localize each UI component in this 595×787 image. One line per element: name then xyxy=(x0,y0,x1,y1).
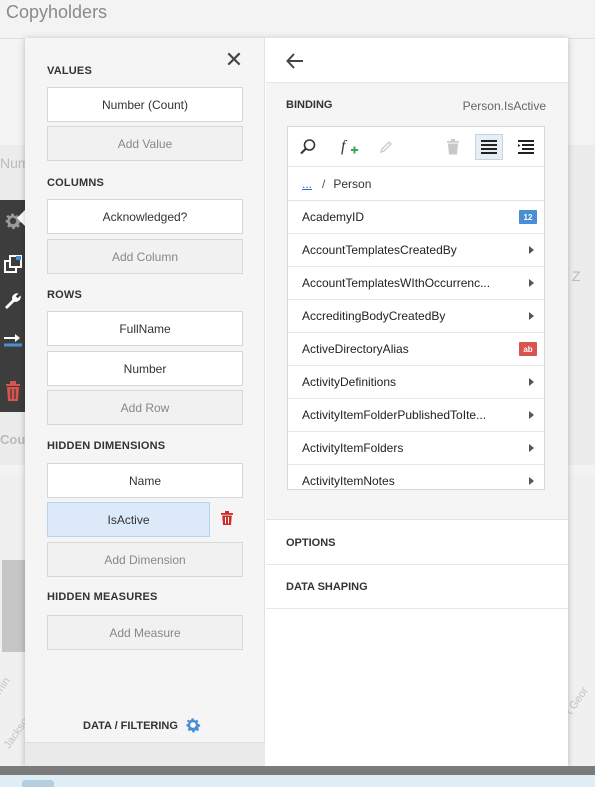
taskbar-app-icon[interactable] xyxy=(22,780,54,787)
chevron-right-icon[interactable] xyxy=(529,477,534,485)
chevron-right-icon[interactable] xyxy=(529,312,534,320)
row-item-fullname[interactable]: FullName xyxy=(47,311,243,346)
swap-icon[interactable] xyxy=(0,322,25,360)
field-item-activityitemfolders[interactable]: ActivityItemFolders xyxy=(288,432,544,465)
toolbar-pointer xyxy=(17,210,25,226)
search-icon[interactable] xyxy=(294,134,322,160)
chevron-right-icon[interactable] xyxy=(529,279,534,287)
binding-value: Person.IsActive xyxy=(462,99,546,113)
binding-section: BINDING Person.IsActive f ... / Person A… xyxy=(266,83,568,520)
field-item-accreditingbodycreatedby[interactable]: AccreditingBodyCreatedBy xyxy=(288,300,544,333)
chevron-right-icon[interactable] xyxy=(529,246,534,254)
field-item-activityitemfolderpublishedtoitem[interactable]: ActivityItemFolderPublishedToIte... xyxy=(288,399,544,432)
window-bottom-bar xyxy=(0,766,595,775)
row-item-number[interactable]: Number xyxy=(47,351,243,386)
add-value-button[interactable]: Add Value xyxy=(47,126,243,161)
column-item-acknowledged[interactable]: Acknowledged? xyxy=(47,199,243,234)
field-item-label: AccountTemplatesCreatedBy xyxy=(302,243,457,257)
layers-icon[interactable] xyxy=(0,245,25,283)
delete-icon[interactable] xyxy=(221,511,233,525)
breadcrumb: ... / Person xyxy=(288,167,544,201)
binding-editor-column: BINDING Person.IsActive f ... / Person A… xyxy=(266,38,568,766)
panel-footer xyxy=(25,742,265,766)
back-arrow-icon[interactable] xyxy=(284,50,306,72)
background-chart-bar xyxy=(2,560,26,652)
list-view-icon[interactable] xyxy=(475,134,503,160)
add-measure-button[interactable]: Add Measure xyxy=(47,615,243,650)
delete-icon[interactable] xyxy=(439,134,467,160)
item-side-toolbar xyxy=(0,200,25,412)
field-item-activityitemnotes[interactable]: ActivityItemNotes xyxy=(288,465,544,489)
hidden-dimension-name[interactable]: Name xyxy=(47,463,243,498)
hidden-measures-header: HIDDEN MEASURES xyxy=(47,591,158,603)
string-type-icon: ab xyxy=(519,342,537,356)
hidden-dimension-isactive-selected[interactable]: IsActive xyxy=(47,502,210,537)
field-item-label: ActivityItemFolders xyxy=(302,441,404,455)
breadcrumb-root-link[interactable]: ... xyxy=(302,177,312,191)
values-header: VALUES xyxy=(47,65,93,77)
chevron-right-icon[interactable] xyxy=(529,411,534,419)
field-item-label: ActiveDirectoryAlias xyxy=(302,342,409,356)
field-item-activedirectoryalias[interactable]: ActiveDirectoryAlias ab xyxy=(288,333,544,366)
wrench-icon[interactable] xyxy=(0,282,25,320)
data-filtering-label[interactable]: DATA / FILTERING xyxy=(83,720,178,732)
field-item-label: ActivityItemNotes xyxy=(302,474,395,488)
field-item-academyid[interactable]: AcademyID 12 xyxy=(288,201,544,234)
data-items-column: ✕ VALUES Number (Count) Add Value COLUMN… xyxy=(25,38,265,766)
close-icon[interactable]: ✕ xyxy=(223,49,245,71)
taskbar xyxy=(0,775,595,787)
add-row-button[interactable]: Add Row xyxy=(47,390,243,425)
rows-header: ROWS xyxy=(47,289,83,301)
tree-view-icon[interactable] xyxy=(512,134,540,160)
add-column-button[interactable]: Add Column xyxy=(47,239,243,274)
field-item-label: AcademyID xyxy=(302,210,365,224)
edit-icon[interactable] xyxy=(372,134,400,160)
field-item-label: AccountTemplatesWIthOccurrenc... xyxy=(302,276,491,290)
field-item-label: AccreditingBodyCreatedBy xyxy=(302,309,446,323)
binding-label: BINDING xyxy=(286,99,333,111)
pivot-binding-panel: ✕ VALUES Number (Count) Add Value COLUMN… xyxy=(25,38,568,766)
gear-icon[interactable] xyxy=(183,715,203,735)
options-section-header[interactable]: OPTIONS xyxy=(266,521,568,565)
hidden-dimensions-header: HIDDEN DIMENSIONS xyxy=(47,440,166,452)
background-text-cou: Cou xyxy=(0,432,26,447)
columns-header: COLUMNS xyxy=(47,177,105,189)
svg-text:f: f xyxy=(341,138,348,155)
data-shaping-section-header[interactable]: DATA SHAPING xyxy=(266,565,568,609)
dashboard-title: Copyholders xyxy=(6,2,108,22)
add-calculated-field-icon[interactable]: f xyxy=(337,134,365,160)
field-item-activitydefinitions[interactable]: ActivityDefinitions xyxy=(288,366,544,399)
field-item-accounttemplatescreatedby[interactable]: AccountTemplatesCreatedBy xyxy=(288,234,544,267)
field-item-label: ActivityDefinitions xyxy=(302,375,397,389)
background-text-z: Z xyxy=(572,268,581,284)
value-item-number-count[interactable]: Number (Count) xyxy=(47,87,243,122)
breadcrumb-separator: / xyxy=(322,176,326,191)
field-item-label: ActivityItemFolderPublishedToIte... xyxy=(302,408,487,422)
breadcrumb-current: Person xyxy=(333,176,372,191)
trash-icon[interactable] xyxy=(0,372,25,410)
number-type-icon: 12 xyxy=(519,210,537,224)
chevron-right-icon[interactable] xyxy=(529,444,534,452)
chevron-right-icon[interactable] xyxy=(529,378,534,386)
field-item-accounttemplateswithoccurrence[interactable]: AccountTemplatesWIthOccurrenc... xyxy=(288,267,544,300)
field-list-toolbar: f xyxy=(288,127,544,167)
data-source-field-list: f ... / Person AcademyID 12 AccountTempl… xyxy=(287,126,545,490)
add-dimension-button[interactable]: Add Dimension xyxy=(47,542,243,577)
